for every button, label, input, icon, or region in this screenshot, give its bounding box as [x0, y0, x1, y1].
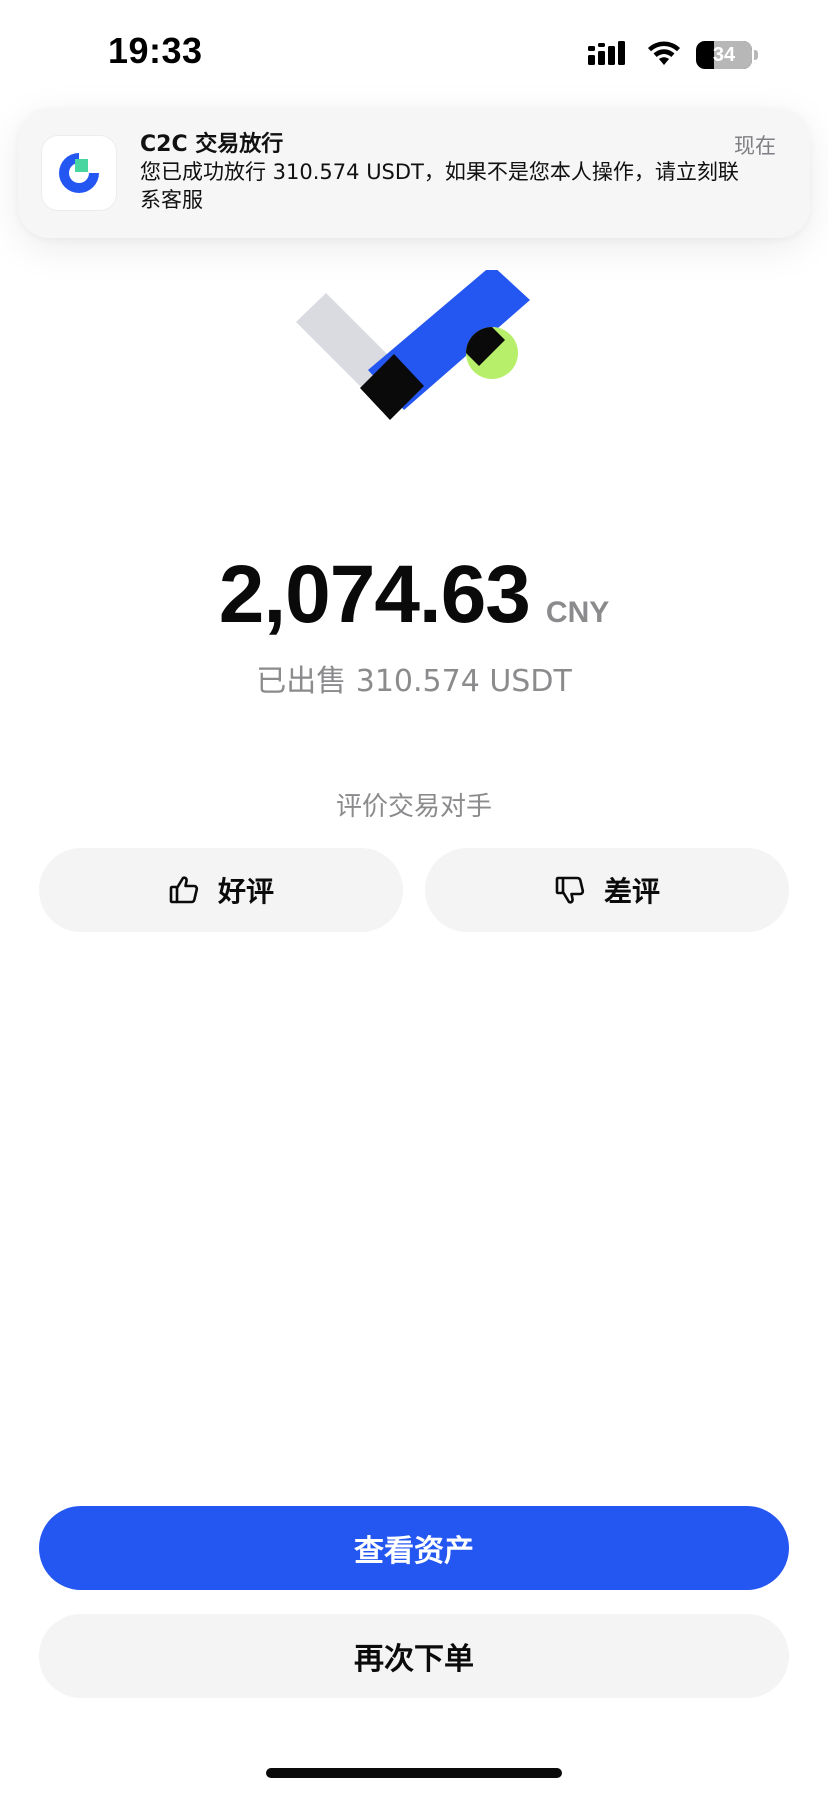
notification-body: 您已成功放行 310.574 USDT，如果不是您本人操作，请立刻联系客服	[140, 160, 739, 212]
view-assets-button[interactable]: 查看资产	[39, 1506, 789, 1590]
thumbs-up-icon	[168, 874, 200, 906]
amount-row: 2,074.63 CNY	[0, 548, 828, 642]
order-again-label: 再次下单	[354, 1642, 474, 1677]
home-indicator[interactable]	[266, 1768, 562, 1778]
notification-title: C2C 交易放行	[140, 132, 284, 157]
cellular-signal-icon	[588, 41, 632, 69]
view-assets-label: 查看资产	[354, 1534, 474, 1569]
bad-review-label: 差评	[603, 875, 660, 908]
currency-label: CNY	[545, 596, 610, 629]
status-icons: 34	[588, 40, 758, 70]
good-review-label: 好评	[217, 875, 274, 908]
order-again-button[interactable]: 再次下单	[39, 1614, 789, 1698]
status-time: 19:33	[108, 30, 203, 71]
sold-amount-text: 已出售 310.574 USDT	[256, 664, 572, 699]
thumbs-down-icon	[554, 874, 586, 906]
rate-counterparty-label: 评价交易对手	[335, 792, 492, 822]
bad-review-button[interactable]: 差评	[425, 848, 789, 932]
notification-banner[interactable]: C2C 交易放行 您已成功放行 310.574 USDT，如果不是您本人操作，请…	[18, 108, 810, 238]
good-review-button[interactable]: 好评	[39, 848, 403, 932]
battery-icon: 34	[696, 41, 752, 69]
success-check-icon	[296, 265, 532, 450]
amount-value: 2,074.63	[218, 549, 531, 640]
battery-tip	[754, 50, 758, 60]
battery-level: 34	[712, 43, 736, 66]
c2c-app-icon	[42, 136, 116, 210]
notification-time: 现在	[734, 134, 776, 158]
wifi-icon	[646, 40, 682, 70]
